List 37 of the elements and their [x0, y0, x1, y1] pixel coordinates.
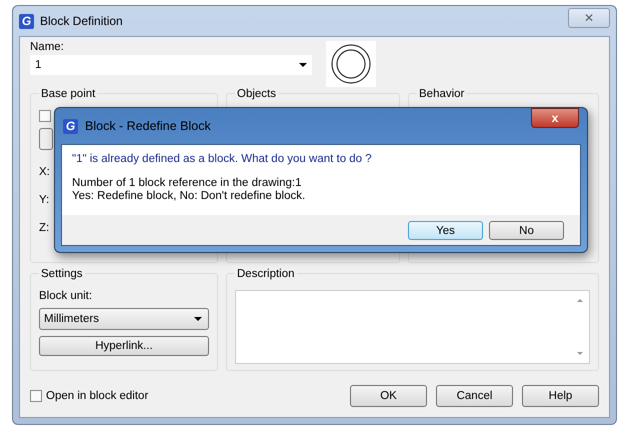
hyperlink-button[interactable]: Hyperlink... — [39, 336, 209, 356]
dialog-button[interactable]: No — [489, 221, 564, 240]
scroll-down-icon[interactable] — [577, 352, 583, 355]
name-label: Name: — [30, 41, 65, 53]
description-field[interactable] — [235, 290, 590, 364]
unit-dropdown[interactable]: Millimeters — [39, 308, 209, 330]
group-title: Objects — [235, 88, 278, 100]
message-text: Number of 1 block reference in the drawing:1 — [72, 177, 302, 190]
group-title: Description — [235, 268, 297, 280]
checkbox[interactable] — [30, 390, 42, 402]
block-unit-label: Block unit: — [39, 290, 94, 302]
coordinate-label: Y: — [39, 194, 50, 206]
window-title: Block - Redefine Block — [85, 119, 212, 133]
coordinate-label: X: — [39, 166, 50, 178]
name-combobox[interactable]: 1 — [30, 55, 312, 75]
dialog-button[interactable]: Yes — [408, 221, 483, 240]
coordinate-label: Z: — [39, 222, 50, 234]
checkbox-label: Open in block editor — [46, 390, 148, 402]
checkbox[interactable] — [39, 110, 51, 122]
close-button[interactable]: ✕ — [568, 8, 610, 28]
group-title: Behavior — [417, 88, 466, 100]
dialog-button[interactable]: Cancel — [436, 385, 513, 407]
question-text: "1" is already defined as a block. What do you want to do ? — [72, 153, 373, 166]
close-button[interactable]: x — [531, 108, 579, 128]
dialog-button[interactable]: Help — [522, 385, 599, 407]
dialog-button[interactable]: OK — [350, 385, 427, 407]
window-title: Block Definition — [40, 14, 124, 28]
group-title: Settings — [39, 268, 85, 280]
app-logo: G — [63, 118, 78, 134]
group-title: Base point — [39, 88, 98, 100]
app-logo: G — [19, 14, 34, 28]
block-preview-icon — [326, 41, 376, 87]
pick-point-button[interactable] — [39, 128, 53, 150]
caret-icon — [194, 317, 202, 321]
message-text: Yes: Redefine block, No: Don't redefine block. — [72, 190, 306, 203]
caret-icon — [299, 63, 307, 67]
scroll-up-icon[interactable] — [577, 299, 583, 302]
